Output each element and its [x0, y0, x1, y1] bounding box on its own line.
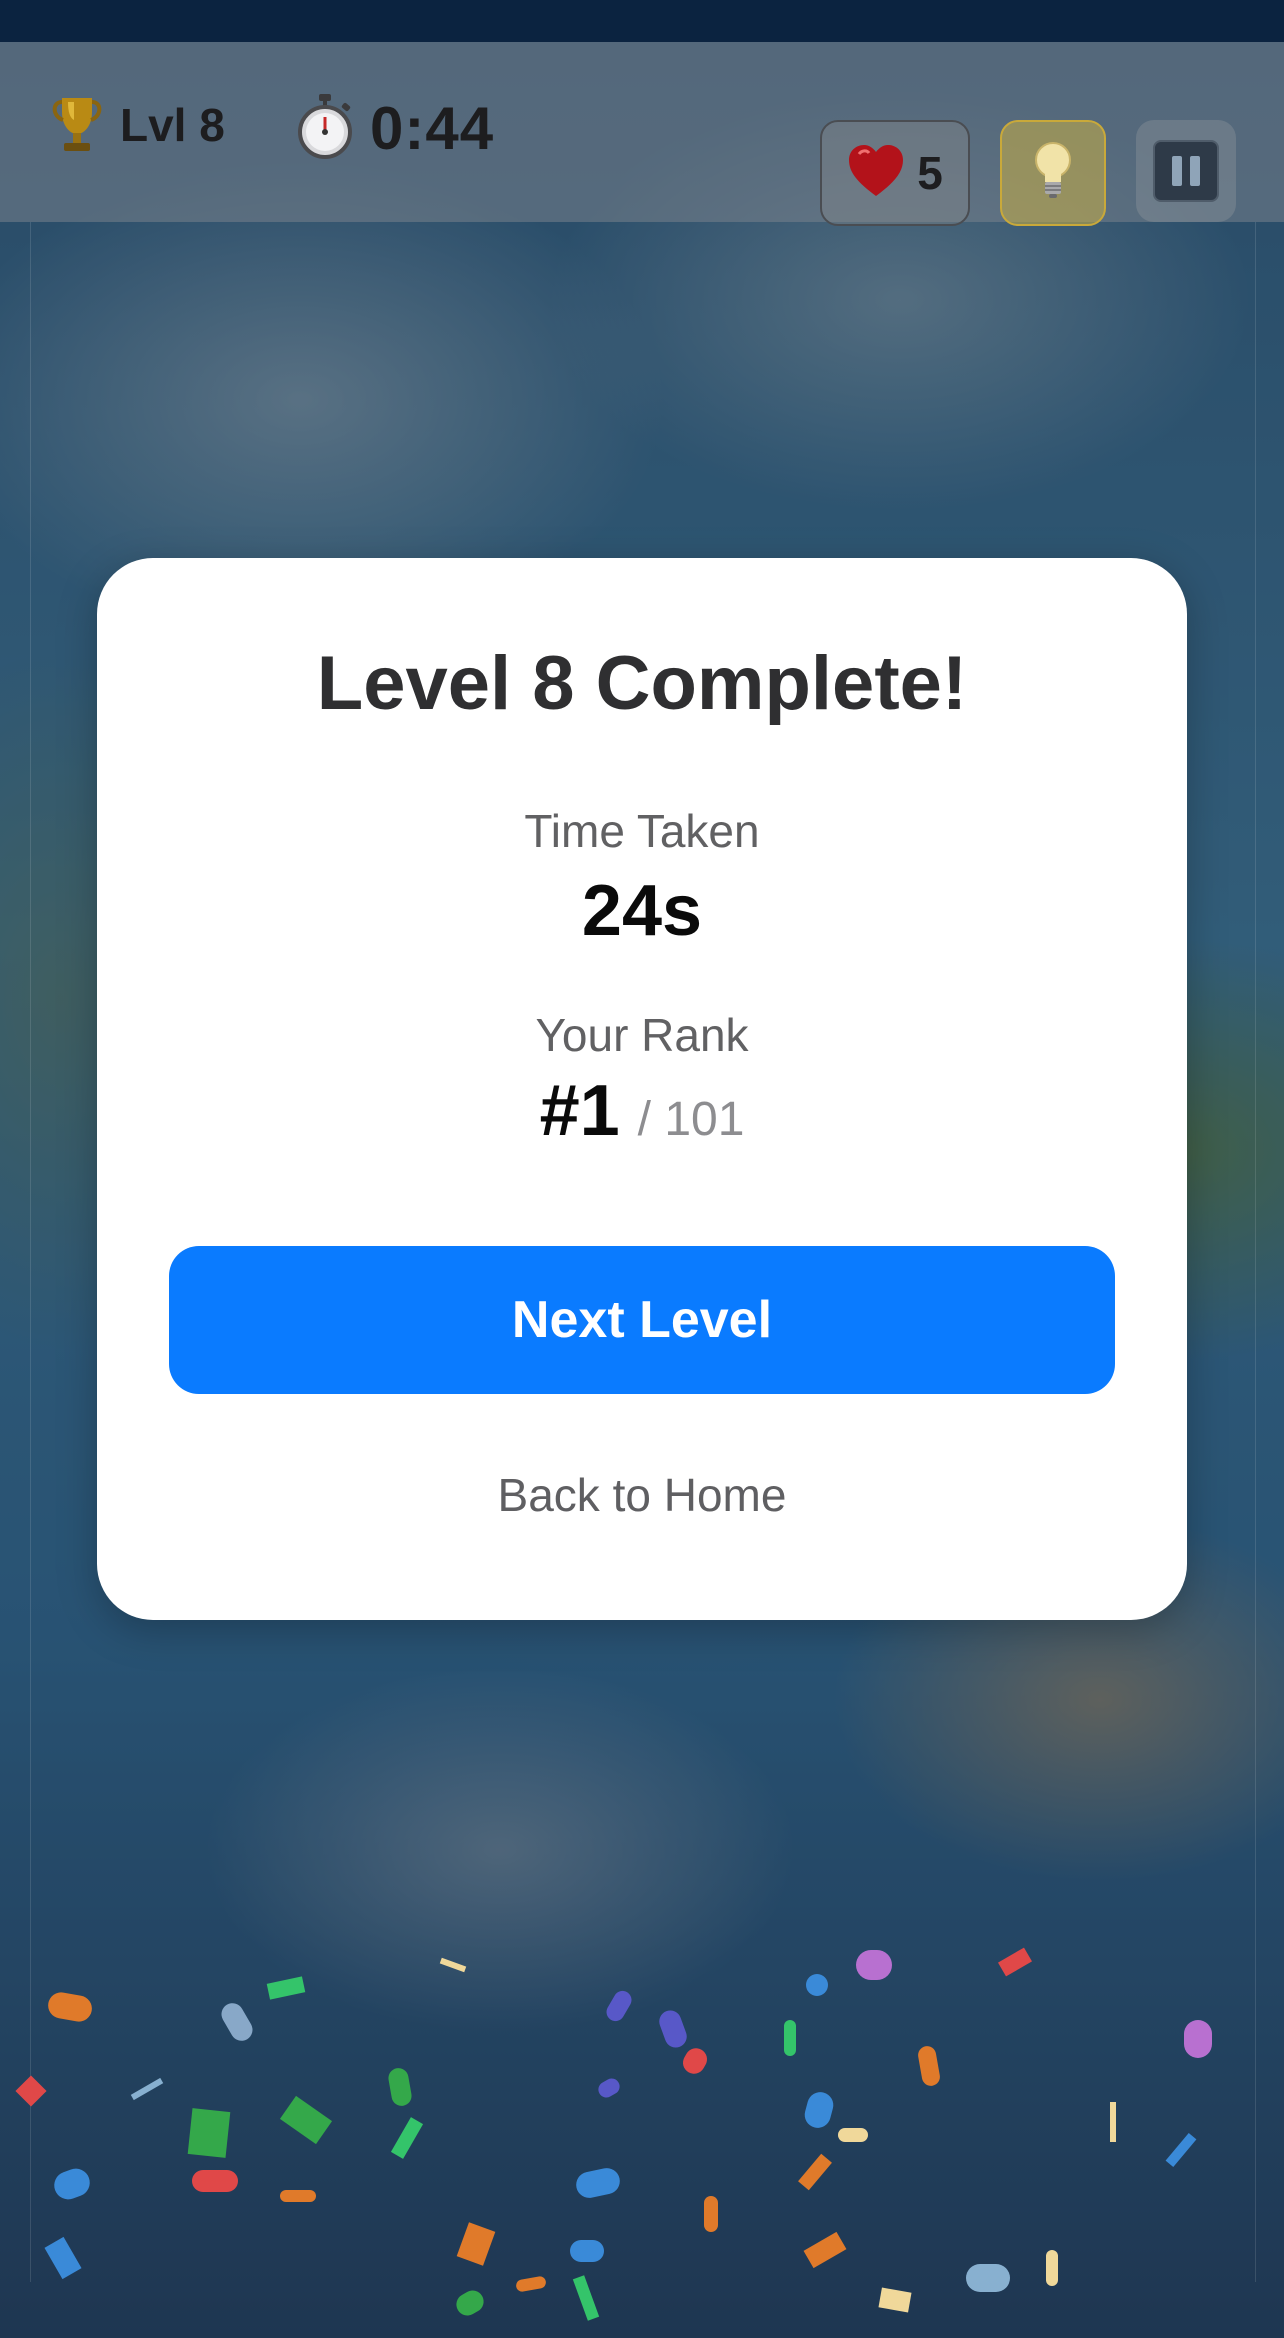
rank-total: / 101 [637, 1093, 745, 1146]
rank-display: #1 / 101 [97, 1070, 1187, 1152]
game-hud: Lvl 8 0:44 5 [0, 42, 1284, 226]
lives-count: 5 [917, 147, 943, 199]
confetti-decoration [0, 1900, 1284, 2338]
lives-counter: 5 [820, 120, 970, 226]
timer-value: 0:44 [370, 95, 495, 162]
dialog-title: Level 8 Complete! [316, 641, 968, 726]
level-complete-dialog: Level 8 Complete! Time Taken 24s Your Ra… [97, 558, 1187, 1620]
pause-icon [1153, 140, 1219, 202]
time-taken-value: 24s [581, 871, 703, 951]
stopwatch-icon [296, 92, 354, 165]
back-to-home-link[interactable]: Back to Home [97, 1468, 1187, 1522]
status-bar [0, 0, 1284, 42]
lightbulb-icon [1033, 140, 1073, 207]
level-indicator: Lvl 8 [48, 94, 225, 156]
next-level-button[interactable]: Next Level [169, 1246, 1115, 1394]
rank-label: Your Rank [535, 1009, 749, 1061]
hint-button[interactable] [1000, 120, 1106, 226]
rank-value: #1 [539, 1071, 620, 1151]
heart-icon [847, 144, 905, 203]
timer: 0:44 [296, 92, 494, 165]
trophy-icon [48, 94, 106, 156]
time-taken-label: Time Taken [524, 805, 760, 857]
level-label: Lvl 8 [120, 99, 225, 151]
pause-button[interactable] [1136, 120, 1236, 222]
